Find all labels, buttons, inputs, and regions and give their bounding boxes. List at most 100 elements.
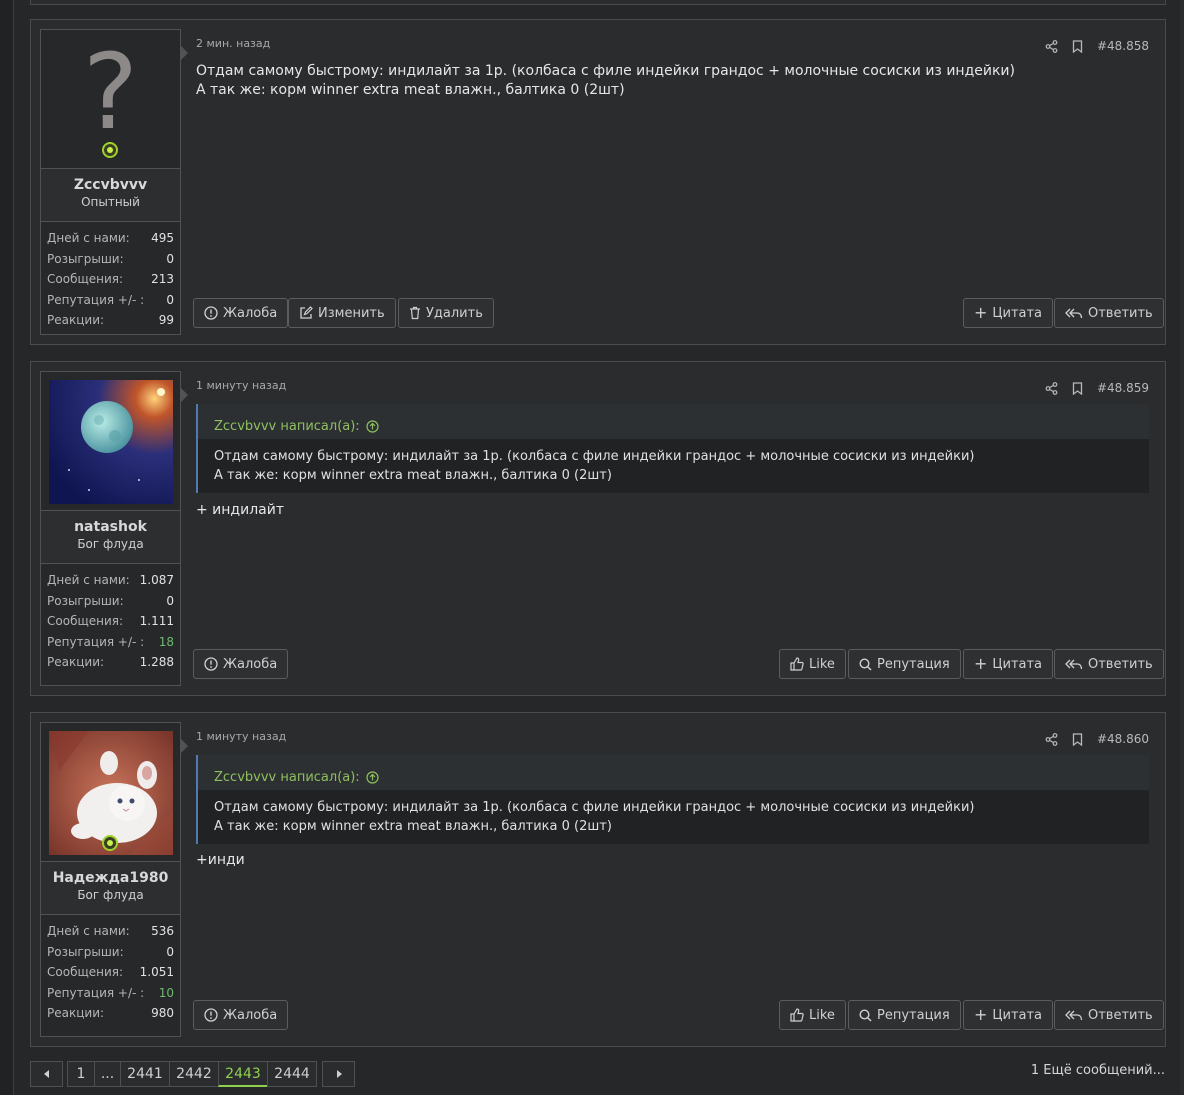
thumbs-up-icon xyxy=(790,1008,804,1022)
page-link[interactable]: 1 xyxy=(67,1061,95,1087)
reply-all-icon xyxy=(1065,1010,1083,1020)
post-message: + индилайт xyxy=(196,502,284,518)
post-content: 2 мин. назад #48.858 Отдам самому быстро… xyxy=(193,20,1164,344)
quote-button[interactable]: + Цитата xyxy=(963,1000,1054,1030)
post-message: +инди xyxy=(196,852,245,868)
post-time[interactable]: 2 мин. назад xyxy=(196,37,270,50)
post-number[interactable]: #48.860 xyxy=(1097,732,1149,746)
reply-button[interactable]: Ответить xyxy=(1054,298,1164,328)
post: ? Zccvbvvv Опытный Дней с нами: 495 Розыг… xyxy=(30,19,1166,345)
left-rail xyxy=(0,0,14,1095)
delete-button[interactable]: Удалить xyxy=(398,298,494,328)
page-ellipsis[interactable]: ... xyxy=(94,1061,121,1087)
share-icon[interactable] xyxy=(1045,732,1058,746)
stat-reactions: Реакции: 1.288 xyxy=(47,655,174,670)
thumbs-up-icon xyxy=(790,657,804,671)
reply-button[interactable]: Ответить xyxy=(1054,1000,1164,1030)
arrow-up-circle-icon[interactable] xyxy=(366,420,379,433)
quote-author[interactable]: Zccvbvvv написал(а): xyxy=(214,770,360,785)
quote-block: Zccvbvvv написал(а): Отдам самому быстро… xyxy=(196,755,1149,844)
caret-left-icon xyxy=(43,1070,49,1078)
alert-icon xyxy=(204,306,218,320)
stat-giveaways: Розыгрыши: 0 xyxy=(47,251,174,266)
user-stats: Дней с нами: 536 Розыгрыши: 0 Сообщения: 1.… xyxy=(41,915,180,1024)
caret-right-icon xyxy=(336,1070,342,1078)
post: natashok Бог флуда Дней с нами: 1.087 Роз… xyxy=(30,361,1166,696)
reply-button[interactable]: Ответить xyxy=(1054,649,1164,679)
post-number[interactable]: #48.858 xyxy=(1097,39,1149,53)
arrow-up-circle-icon[interactable] xyxy=(366,771,379,784)
stat-messages: Сообщения: 1.051 xyxy=(47,965,174,980)
page-link[interactable]: 2444 xyxy=(267,1061,317,1087)
stat-days: Дней с нами: 536 xyxy=(47,924,174,939)
user-title: Бог флуда xyxy=(77,888,144,902)
pagination: 1 ... 2441 2442 2443 2444 xyxy=(30,1061,355,1087)
user-title: Бог флуда xyxy=(77,537,144,551)
stat-days: Дней с нами: 1.087 xyxy=(47,573,174,588)
more-messages-link[interactable]: 1 Ещё сообщений... xyxy=(1031,1063,1165,1078)
plus-icon: + xyxy=(974,654,988,673)
post-time[interactable]: 1 минуту назад xyxy=(196,730,286,743)
quote-author[interactable]: Zccvbvvv написал(а): xyxy=(214,419,360,434)
user-info: Надежда1980 Бог флуда Дней с нами: 536 Ро… xyxy=(40,722,188,1037)
like-button[interactable]: Like xyxy=(779,649,846,679)
reply-all-icon xyxy=(1065,659,1083,669)
like-button[interactable]: Like xyxy=(779,1000,846,1030)
post-message: Отдам самому быстрому: индилайт за 1р. (… xyxy=(196,63,1015,98)
reputation-button[interactable]: Репутация xyxy=(848,649,961,679)
page-link[interactable]: 2441 xyxy=(120,1061,170,1087)
alert-icon xyxy=(204,657,218,671)
post-content: 1 минуту назад #48.860 Zccvbvvv написал(… xyxy=(193,713,1164,1046)
online-status-icon xyxy=(102,142,118,158)
stat-reactions: Реакции: 980 xyxy=(47,1006,174,1021)
trash-icon xyxy=(410,306,420,320)
scrollbar[interactable] xyxy=(1180,0,1184,1095)
bookmark-icon[interactable] xyxy=(1072,381,1083,395)
quote-button[interactable]: + Цитата xyxy=(963,649,1054,679)
prev-page-button[interactable] xyxy=(30,1061,63,1087)
username[interactable]: Надежда1980 xyxy=(41,870,180,886)
avatar[interactable] xyxy=(41,372,180,511)
user-info: ? Zccvbvvv Опытный Дней с нами: 495 Розыг… xyxy=(40,29,188,335)
user-info: natashok Бог флуда Дней с нами: 1.087 Роз… xyxy=(40,371,188,686)
stat-days: Дней с нами: 495 xyxy=(47,231,174,246)
report-button[interactable]: Жалоба xyxy=(193,1000,289,1030)
question-mark-avatar-icon: ? xyxy=(82,31,139,153)
stat-messages: Сообщения: 1.111 xyxy=(47,614,174,629)
next-page-button[interactable] xyxy=(322,1061,355,1087)
alert-icon xyxy=(204,1008,218,1022)
user-stats: Дней с нами: 1.087 Розыгрыши: 0 Сообщения:… xyxy=(41,564,180,673)
stat-reputation: Репутация +/- :10 xyxy=(47,985,174,1000)
share-icon[interactable] xyxy=(1045,381,1058,395)
avatar[interactable] xyxy=(41,723,180,862)
username[interactable]: Zccvbvvv xyxy=(41,177,180,193)
user-stats: Дней с нами: 495 Розыгрыши: 0 Сообщения: 21… xyxy=(41,222,180,331)
report-button[interactable]: Жалоба xyxy=(193,298,289,328)
page-link[interactable]: 2442 xyxy=(169,1061,219,1087)
online-status-icon xyxy=(102,835,118,851)
username[interactable]: natashok xyxy=(41,519,180,535)
stat-reputation: Репутация +/- :18 xyxy=(47,634,174,649)
post-time[interactable]: 1 минуту назад xyxy=(196,379,286,392)
page-link-current[interactable]: 2443 xyxy=(218,1061,268,1087)
search-icon xyxy=(859,657,872,671)
share-icon[interactable] xyxy=(1045,39,1058,53)
post: Надежда1980 Бог флуда Дней с нами: 536 Ро… xyxy=(30,712,1166,1047)
stat-giveaways: Розыгрыши: 0 xyxy=(47,944,174,959)
bookmark-icon[interactable] xyxy=(1072,732,1083,746)
stat-messages: Сообщения: 213 xyxy=(47,272,174,287)
edit-button[interactable]: Изменить xyxy=(288,298,396,328)
reputation-button[interactable]: Репутация xyxy=(848,1000,961,1030)
quote-block: Zccvbvvv написал(а): Отдам самому быстро… xyxy=(196,404,1149,493)
bookmark-icon[interactable] xyxy=(1072,39,1083,53)
plus-icon: + xyxy=(974,1005,988,1024)
reply-all-icon xyxy=(1065,308,1083,318)
plus-icon: + xyxy=(974,303,988,322)
quote-button[interactable]: + Цитата xyxy=(963,298,1054,328)
user-title: Опытный xyxy=(81,195,140,209)
avatar[interactable]: ? xyxy=(41,30,180,169)
stat-giveaways: Розыгрыши: 0 xyxy=(47,593,174,608)
quote-text: Отдам самому быстрому: индилайт за 1р. (… xyxy=(198,790,1149,844)
report-button[interactable]: Жалоба xyxy=(193,649,289,679)
post-number[interactable]: #48.859 xyxy=(1097,381,1149,395)
